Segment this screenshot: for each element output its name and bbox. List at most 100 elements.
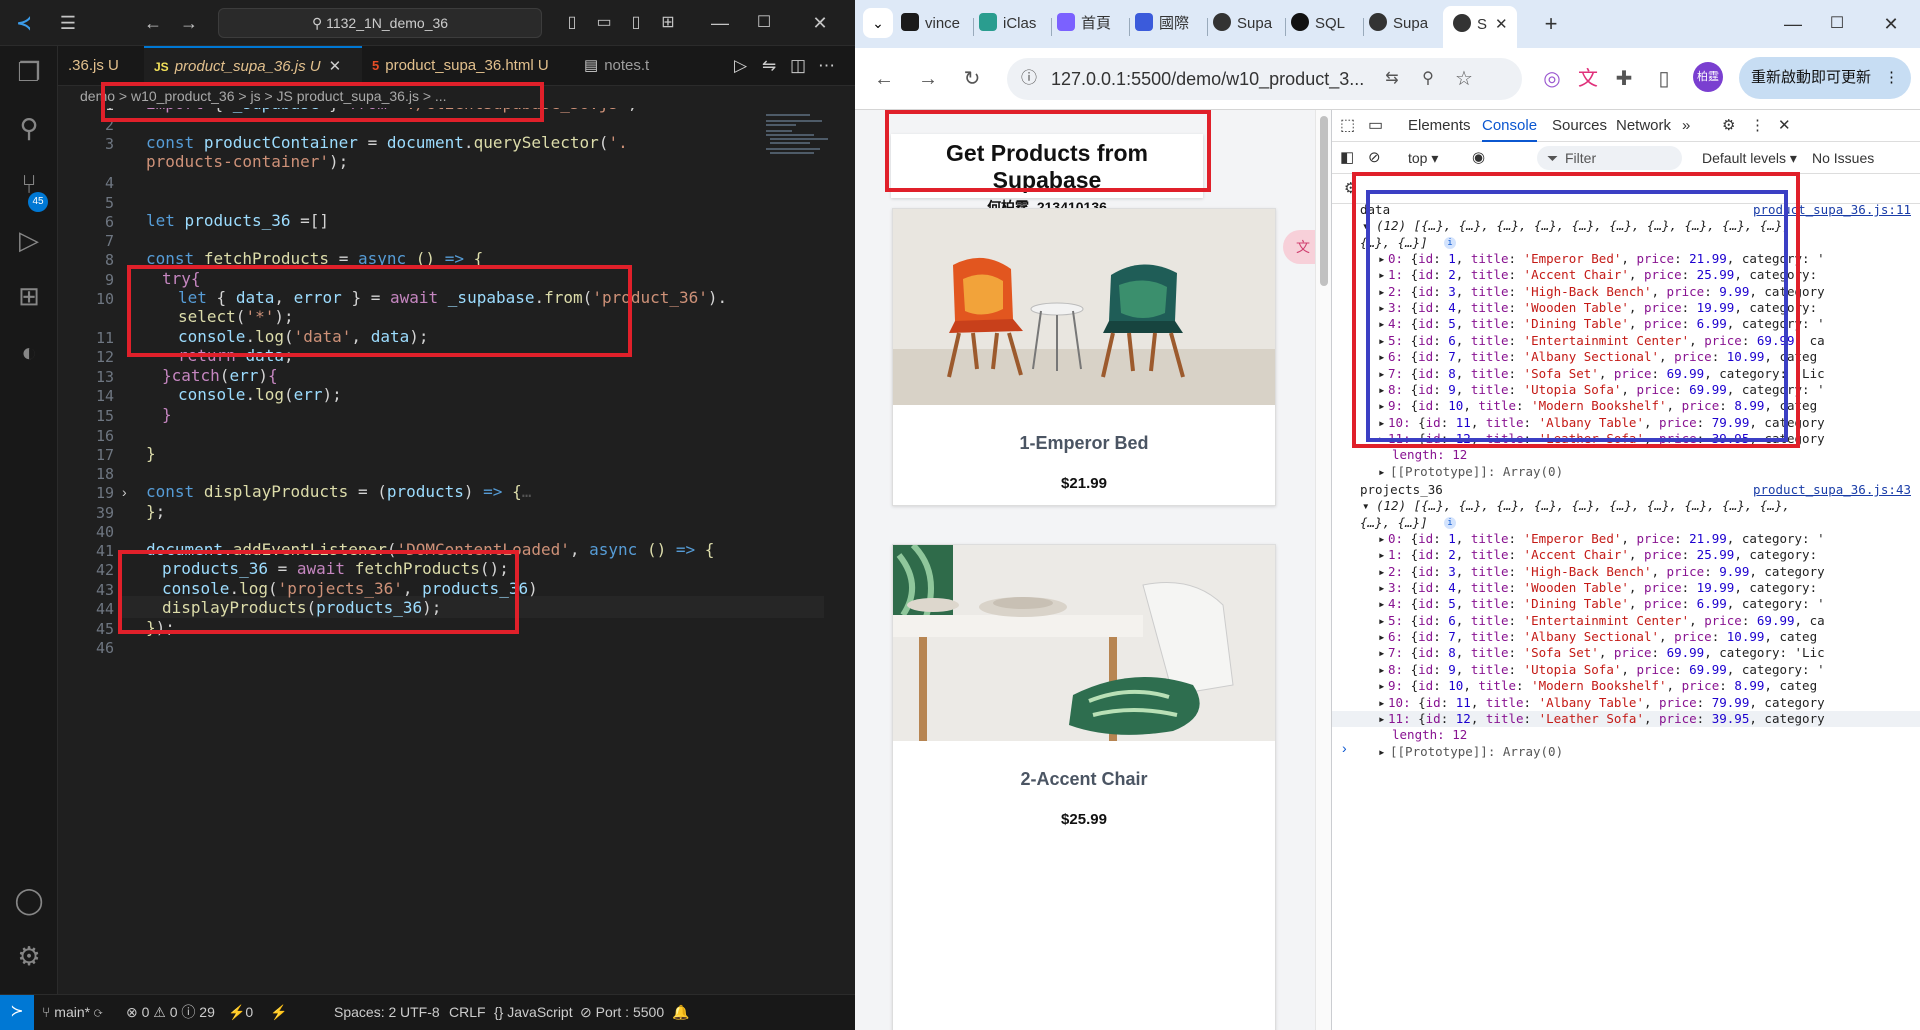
extensions-puzzle-icon[interactable]: ✚ — [1607, 62, 1641, 96]
browser-tab-1[interactable]: vince — [901, 8, 969, 40]
new-tab-icon[interactable]: + — [1531, 8, 1571, 40]
translate-icon[interactable]: ⇆ — [1375, 62, 1409, 96]
split-editor-icon[interactable]: ◫ — [790, 46, 806, 86]
breadcrumb[interactable]: demo > w10_product_36 > js > JS product_… — [58, 86, 855, 108]
account-icon[interactable]: ◯ — [11, 882, 47, 918]
site-info-icon[interactable]: ⓘ — [1021, 58, 1037, 100]
expand-triangle-icon[interactable]: ▸ — [1378, 366, 1386, 382]
console-filter-input[interactable]: ⏷ Filter — [1537, 146, 1682, 170]
expand-triangle-icon[interactable]: ▸ — [1378, 415, 1386, 431]
expand-triangle-icon[interactable]: ▸ — [1378, 382, 1386, 398]
expand-triangle-icon[interactable]: ▸ — [1378, 695, 1386, 711]
reload-icon[interactable]: ↻ — [955, 62, 989, 96]
device-toolbar-icon[interactable]: ▭ — [1368, 110, 1383, 142]
array-item-row[interactable]: ▸ 5: {id: 6, title: 'Entertainmint Center… — [1332, 613, 1920, 629]
bookmark-star-icon[interactable]: ☆ — [1447, 62, 1481, 96]
scrollbar-thumb[interactable] — [1320, 116, 1328, 286]
array-item-row[interactable]: ▸ 7: {id: 8, title: 'Sofa Set', price: 69… — [1332, 645, 1920, 661]
array-prototype[interactable]: ▸ [[Prototype]]: Array(0) — [1332, 464, 1920, 480]
minimap[interactable] — [766, 108, 836, 208]
array-item-row[interactable]: ▸ 11: {id: 12, title: 'Leather Sofa', pri… — [1332, 710, 1920, 727]
info-icon[interactable]: i — [1444, 236, 1456, 249]
context-selector[interactable]: top ▾ — [1408, 142, 1438, 174]
issues-indicator[interactable]: No Issues — [1812, 142, 1874, 174]
minimize-icon[interactable]: — — [700, 8, 740, 38]
console-settings-gear-icon[interactable]: ⚙ — [1344, 174, 1357, 204]
tab-console[interactable]: Console — [1482, 110, 1538, 142]
forward-arrow-icon[interactable]: → — [911, 62, 945, 96]
expand-triangle-icon[interactable]: ▾ — [1362, 498, 1370, 514]
array-item-row[interactable]: ▸ 2: {id: 3, title: 'High-Back Bench', pr… — [1332, 284, 1920, 300]
expand-triangle-icon[interactable]: ▸ — [1378, 662, 1386, 678]
expand-triangle-icon[interactable]: ▸ — [1378, 629, 1386, 645]
browser-tab-6[interactable]: SQL — [1291, 8, 1359, 40]
expand-triangle-icon[interactable]: ▸ — [1378, 531, 1386, 547]
array-summary[interactable]: ▾ (12) [{…}, {…}, {…}, {…}, {…}, {…}, {…}… — [1332, 498, 1920, 514]
page-scrollbar[interactable] — [1315, 110, 1331, 1030]
browser-tab-5[interactable]: Supa — [1213, 8, 1281, 40]
tab-search-icon[interactable]: ⌄ — [863, 8, 893, 38]
expand-triangle-icon[interactable]: ▸ — [1378, 333, 1386, 349]
array-item-row[interactable]: ▸ 3: {id: 4, title: 'Wooden Table', price… — [1332, 580, 1920, 596]
tab-sources[interactable]: Sources — [1552, 110, 1607, 142]
console-output[interactable]: data product_supa_36.js:11 ▾ (12) [{…}, {…}… — [1332, 204, 1920, 1030]
array-item-row[interactable]: ▸ 8: {id: 9, title: 'Utopia Sofa', price:… — [1332, 662, 1920, 678]
info-icon[interactable]: i — [1444, 516, 1456, 529]
back-arrow-icon[interactable]: ← — [140, 8, 166, 38]
zoom-icon[interactable]: ⚲ — [1411, 62, 1445, 96]
array-prototype[interactable]: ▸ [[Prototype]]: Array(0) — [1332, 744, 1920, 760]
language-indicator[interactable]: {} JavaScript — [494, 995, 573, 1029]
fold-chevron-icon[interactable]: › — [122, 484, 127, 500]
translate-extension-icon[interactable]: 文 — [1571, 62, 1605, 96]
expand-triangle-icon[interactable]: ▸ — [1378, 349, 1386, 365]
array-item-row[interactable]: ▸ 7: {id: 8, title: 'Sofa Set', price: 69… — [1332, 366, 1920, 382]
array-item-row[interactable]: ▸ 0: {id: 1, title: 'Emperor Bed', price:… — [1332, 251, 1920, 267]
maximize-icon[interactable]: ☐ — [744, 8, 784, 38]
expand-triangle-icon[interactable]: ▸ — [1378, 711, 1386, 727]
expand-triangle-icon[interactable]: ▸ — [1378, 300, 1386, 316]
expand-triangle-icon[interactable]: ▸ — [1378, 431, 1386, 447]
close-tab-icon[interactable]: ✕ — [329, 58, 342, 75]
toggle-panel-icon[interactable]: ▭ — [590, 8, 618, 38]
close-window-icon[interactable]: ✕ — [1871, 8, 1911, 40]
lightning-icon[interactable]: ⚡ — [270, 995, 287, 1029]
customize-layout-icon[interactable]: ⊞ — [654, 8, 682, 38]
expand-triangle-icon[interactable]: ▸ — [1378, 564, 1386, 580]
console-log-header[interactable]: data product_supa_36.js:11 — [1332, 204, 1920, 218]
more-tabs-icon[interactable]: » — [1682, 110, 1690, 142]
close-devtools-icon[interactable]: ✕ — [1778, 110, 1791, 142]
product-card[interactable]: 2-Accent Chair $25.99 — [892, 544, 1276, 1030]
array-item-row[interactable]: ▸ 4: {id: 5, title: 'Dining Table', price… — [1332, 596, 1920, 612]
back-arrow-icon[interactable]: ← — [867, 62, 901, 96]
log-levels-dropdown[interactable]: Default levels ▾ — [1702, 142, 1797, 174]
array-item-row[interactable]: ▸ 10: {id: 11, title: 'Albany Table', pri… — [1332, 415, 1920, 431]
toggle-sidebar-icon[interactable]: ▯ — [558, 8, 586, 38]
expand-triangle-icon[interactable]: ▸ — [1378, 613, 1386, 629]
expand-triangle-icon[interactable]: ▸ — [1378, 251, 1386, 267]
forward-arrow-icon[interactable]: → — [176, 8, 202, 38]
expand-triangle-icon[interactable]: ▸ — [1378, 744, 1386, 760]
expand-triangle-icon[interactable]: ▸ — [1378, 267, 1386, 283]
sidebar-toggle-icon[interactable]: ◧ — [1340, 142, 1354, 174]
array-item-row[interactable]: ▸ 4: {id: 5, title: 'Dining Table', price… — [1332, 316, 1920, 332]
clear-console-icon[interactable]: ⊘ — [1368, 142, 1381, 174]
ports-indicator[interactable]: ⚡0 — [228, 995, 253, 1029]
expand-triangle-icon[interactable]: ▾ — [1362, 218, 1370, 234]
encoding-indicator[interactable]: UTF-8 — [400, 995, 440, 1029]
tab-network[interactable]: Network — [1616, 110, 1671, 142]
extensions-icon[interactable]: ⊞ — [11, 278, 47, 314]
array-item-row[interactable]: ▸ 8: {id: 9, title: 'Utopia Sofa', price:… — [1332, 382, 1920, 398]
side-panel-icon[interactable]: ▯ — [1647, 62, 1681, 96]
search-icon[interactable]: ⚲ — [11, 110, 47, 146]
array-item-row[interactable]: ▸ 10: {id: 11, title: 'Albany Table', pri… — [1332, 695, 1920, 711]
tab-product-supa-html[interactable]: 5 product_supa_36.html U — [362, 46, 574, 86]
more-actions-icon[interactable]: ⋯ — [818, 46, 835, 86]
array-item-row[interactable]: ▸ 5: {id: 6, title: 'Entertainmint Center… — [1332, 333, 1920, 349]
browser-tab-active[interactable]: S ✕ — [1443, 6, 1517, 48]
tab-clientsupabase[interactable]: .36.js U — [58, 46, 144, 86]
menu-icon[interactable]: ☰ — [50, 8, 86, 38]
tab-elements[interactable]: Elements — [1408, 110, 1471, 142]
settings-gear-icon[interactable]: ⚙ — [1722, 110, 1735, 142]
explorer-icon[interactable]: ❐ — [11, 54, 47, 90]
minimize-icon[interactable]: — — [1773, 8, 1813, 40]
